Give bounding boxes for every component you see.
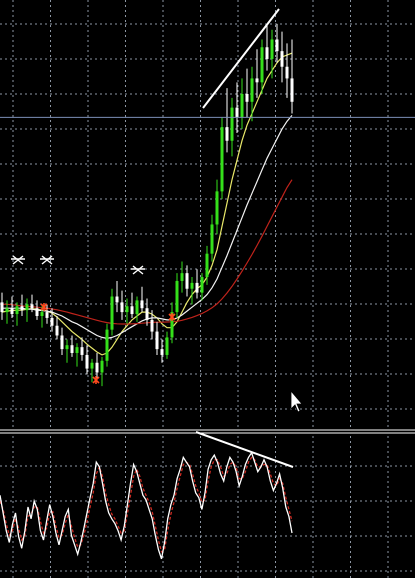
candle-body	[70, 345, 74, 353]
candle-body	[0, 302, 4, 313]
scissor-arrow-icon	[131, 265, 145, 275]
candle-body	[20, 306, 24, 311]
candle-body	[215, 191, 219, 225]
candle-body	[120, 302, 124, 313]
candle-body	[55, 325, 59, 336]
candle-body	[160, 349, 164, 355]
chart-annotations	[11, 8, 280, 384]
scissor-arrow-icon	[40, 255, 54, 265]
candle-body	[105, 329, 109, 361]
candle-body	[250, 78, 254, 102]
candle-body	[195, 282, 199, 293]
candle-body	[205, 253, 209, 278]
candle-body	[15, 306, 19, 315]
candle-body	[245, 94, 249, 102]
candle-body	[185, 273, 189, 289]
candle-body	[255, 78, 259, 83]
scissor-arrow-stroke	[40, 255, 54, 265]
candle-body	[200, 277, 204, 293]
asterisk-marker-stroke	[168, 313, 176, 321]
candle-body	[115, 296, 119, 303]
candle-body	[285, 66, 289, 79]
candle-body	[230, 107, 234, 141]
candle-body	[150, 319, 154, 332]
candle-body	[190, 282, 194, 289]
candle-body	[30, 304, 34, 309]
candle-body	[275, 39, 279, 52]
candle-body	[270, 39, 274, 59]
candle-body	[180, 273, 184, 281]
candle-body	[65, 345, 69, 350]
asterisk-marker-icon	[92, 376, 100, 384]
candle-body	[290, 78, 294, 102]
candle-body	[260, 47, 264, 83]
candle-body	[80, 347, 84, 355]
candle-body	[85, 354, 89, 369]
candle-body	[210, 224, 214, 254]
candle-body	[135, 300, 139, 315]
candle-body	[10, 308, 14, 315]
candle-body	[225, 127, 229, 141]
scissor-arrow-stroke	[131, 265, 145, 275]
candle-body	[145, 308, 149, 320]
candle-body	[220, 127, 224, 192]
asterisk-marker-stroke	[92, 376, 100, 384]
indicator-window-separator[interactable]	[0, 429, 415, 434]
candle-body	[95, 362, 99, 373]
asterisk-marker-icon	[168, 313, 176, 321]
candlestick-series	[0, 23, 294, 387]
candle-body	[25, 304, 29, 311]
candle-body	[100, 360, 104, 373]
candle-body	[50, 317, 54, 326]
grid-lines	[0, 0, 415, 578]
candle-body	[60, 335, 64, 350]
candle-body	[40, 312, 44, 316]
candle-body	[240, 94, 244, 118]
oscillator-main-line	[0, 451, 293, 560]
candle-body	[175, 280, 179, 313]
candle-body	[45, 312, 49, 318]
candle-body	[125, 306, 129, 313]
candle-body	[5, 308, 9, 313]
candle-body	[35, 308, 39, 316]
candle-body	[235, 107, 239, 118]
candle-body	[130, 306, 134, 315]
candle-body	[140, 300, 144, 309]
oscillator-panel	[0, 431, 294, 560]
candle-body	[165, 337, 169, 355]
price-chart-canvas[interactable]	[0, 0, 415, 578]
trading-chart-window	[0, 0, 415, 578]
candle-body	[280, 51, 284, 67]
candle-body	[265, 47, 269, 59]
candle-body	[110, 296, 114, 330]
candle-body	[90, 362, 94, 369]
candle-body	[75, 347, 79, 353]
candle-body	[155, 331, 159, 350]
